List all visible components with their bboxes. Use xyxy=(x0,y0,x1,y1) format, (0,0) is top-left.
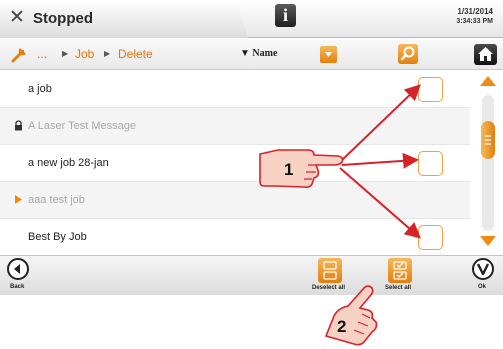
callout-arrows xyxy=(339,84,422,239)
callout-arrow xyxy=(341,152,419,169)
pointing-hand-icon xyxy=(324,285,378,346)
callout-number-2: 2 xyxy=(337,317,347,336)
pointing-hand-icon xyxy=(259,149,344,188)
callout-arrow xyxy=(339,84,421,163)
callout-arrow xyxy=(339,167,422,239)
callout-number-1: 1 xyxy=(284,160,294,179)
